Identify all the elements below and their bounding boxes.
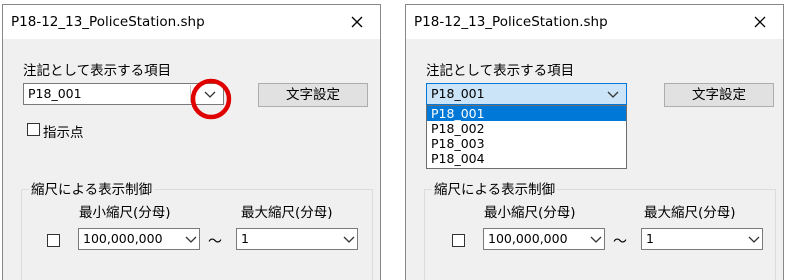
title-bar: P18-12_13_PoliceStation.shp <box>3 5 380 39</box>
max-scale-select[interactable]: 1 <box>236 228 358 250</box>
min-scale-select[interactable]: 100,000,000 <box>78 228 200 250</box>
range-separator: ～ <box>208 234 222 250</box>
close-icon[interactable] <box>745 7 775 37</box>
max-scale-label: 最大縮尺(分母) <box>644 205 736 221</box>
max-scale-select[interactable]: 1 <box>641 228 763 250</box>
annotation-field-label: 注記として表示する項目 <box>23 63 172 79</box>
scale-enabled-checkbox[interactable] <box>47 234 60 247</box>
close-icon[interactable] <box>342 7 372 37</box>
annotation-field-dropdown-list: P18_001 P18_002 P18_003 P18_004 <box>426 105 627 169</box>
scale-group-label: 縮尺による表示制御 <box>432 178 558 198</box>
window-title: P18-12_13_PoliceStation.shp <box>414 14 608 30</box>
dropdown-option[interactable]: P18_004 <box>427 151 626 166</box>
scale-group-label: 縮尺による表示制御 <box>29 178 155 198</box>
max-scale-value: 1 <box>646 231 654 246</box>
title-bar: P18-12_13_PoliceStation.shp <box>406 5 783 39</box>
scale-enabled-checkbox[interactable] <box>452 234 465 247</box>
min-scale-label: 最小縮尺(分母) <box>79 205 171 221</box>
chevron-down-icon[interactable] <box>607 91 619 99</box>
min-scale-value: 100,000,000 <box>488 231 568 246</box>
dialog-window-collapsed: P18-12_13_PoliceStation.shp 注記として表示する項目 … <box>2 4 381 280</box>
annotation-field-value: P18_001 <box>28 86 82 101</box>
point-checkbox[interactable] <box>27 123 40 136</box>
min-scale-value: 100,000,000 <box>83 231 163 246</box>
chevron-down-icon[interactable] <box>590 236 602 244</box>
range-separator: ～ <box>613 234 627 250</box>
chevron-down-icon[interactable] <box>748 236 760 244</box>
point-checkbox-label: 指示点 <box>43 125 84 141</box>
dropdown-option[interactable]: P18_001 <box>427 106 626 121</box>
chevron-down-icon[interactable] <box>343 236 355 244</box>
highlight-circle <box>190 78 232 120</box>
annotation-field-select[interactable]: P18_001 <box>426 83 627 105</box>
font-settings-button[interactable]: 文字設定 <box>258 83 368 107</box>
min-scale-select[interactable]: 100,000,000 <box>483 228 605 250</box>
annotation-field-label: 注記として表示する項目 <box>426 63 575 79</box>
dropdown-option[interactable]: P18_002 <box>427 121 626 136</box>
chevron-down-icon[interactable] <box>185 236 197 244</box>
font-settings-button[interactable]: 文字設定 <box>664 83 774 107</box>
window-title: P18-12_13_PoliceStation.shp <box>11 14 205 30</box>
annotation-field-value: P18_001 <box>431 86 485 101</box>
dialog-window-expanded: P18-12_13_PoliceStation.shp 注記として表示する項目 … <box>405 4 784 280</box>
max-scale-value: 1 <box>241 231 249 246</box>
min-scale-label: 最小縮尺(分母) <box>484 205 576 221</box>
max-scale-label: 最大縮尺(分母) <box>241 205 333 221</box>
dropdown-option[interactable]: P18_003 <box>427 136 626 151</box>
